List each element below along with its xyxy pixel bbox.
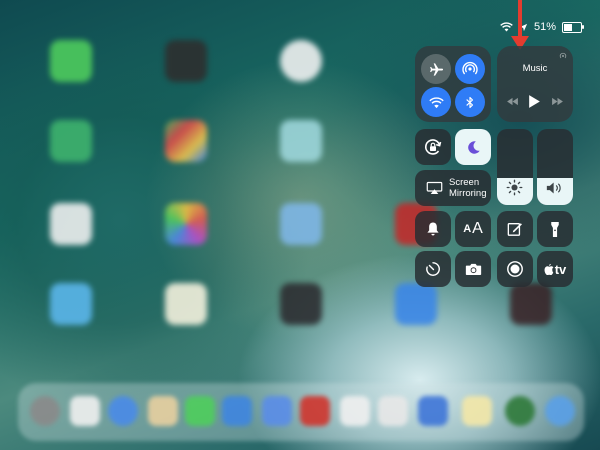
- app-icon: [165, 283, 207, 325]
- brightness-slider[interactable]: [497, 129, 533, 205]
- play-icon[interactable]: [528, 94, 541, 109]
- connectivity-panel: [415, 46, 491, 122]
- app-icon: [280, 283, 322, 325]
- battery-level: [564, 23, 573, 31]
- app-icon: [510, 283, 552, 325]
- dock-app-icon: [262, 396, 292, 426]
- airdrop-icon: [462, 61, 478, 75]
- do-not-disturb-toggle[interactable]: [455, 129, 491, 165]
- camera-button[interactable]: [455, 251, 491, 287]
- text-size-large-letter: A: [472, 220, 483, 237]
- dock-app-icon: [185, 396, 215, 426]
- app-icon: [165, 120, 207, 162]
- dock-app-icon: [418, 396, 448, 426]
- app-icon: [165, 40, 207, 82]
- app-icon: [280, 120, 322, 162]
- text-size-button[interactable]: AAAA: [455, 211, 491, 247]
- dock-app-icon: [30, 396, 60, 426]
- screen-mirroring-button[interactable]: Screen Mirroring: [415, 170, 491, 206]
- notes-icon: [507, 223, 522, 236]
- app-icon: [50, 120, 92, 162]
- timer-icon: [426, 262, 440, 276]
- volume-slider[interactable]: [537, 129, 573, 205]
- moon-icon: [467, 140, 480, 154]
- rotation-lock-toggle[interactable]: [415, 129, 451, 165]
- dock-app-icon: [222, 396, 252, 426]
- camera-icon: [465, 263, 481, 275]
- airplane-icon: [429, 62, 443, 76]
- sun-icon: [506, 179, 523, 196]
- screen-mirroring-line2: Mirroring: [449, 188, 487, 199]
- apple-tv-label: tv: [554, 261, 567, 277]
- speaker-icon: [546, 182, 561, 194]
- app-icon: [165, 203, 207, 245]
- airplay-icon: [426, 181, 443, 194]
- app-icon: [50, 283, 92, 325]
- battery-icon: [562, 21, 584, 33]
- dock-app-icon: [148, 396, 178, 426]
- dock-app-icon: [545, 396, 575, 426]
- flashlight-button[interactable]: [537, 211, 573, 247]
- timer-button[interactable]: [415, 251, 451, 287]
- wifi-toggle[interactable]: [421, 87, 451, 117]
- app-icon: [50, 40, 92, 82]
- app-icon: [280, 40, 322, 82]
- app-icon: [280, 203, 322, 245]
- dock-app-icon: [462, 396, 492, 426]
- app-icon: [395, 283, 437, 325]
- battery-percent: 51%: [533, 21, 556, 33]
- annotation-arrow-shaft: [518, 0, 522, 38]
- notes-button[interactable]: [497, 211, 533, 247]
- bell-icon: [427, 222, 439, 236]
- status-bar: 51%: [500, 20, 584, 34]
- dock-app-icon: [505, 396, 535, 426]
- bluetooth-toggle[interactable]: [455, 87, 485, 117]
- dock-app-icon: [300, 396, 330, 426]
- airplane-mode-toggle[interactable]: [421, 54, 451, 84]
- screen-mirroring-line1: Screen: [449, 177, 480, 188]
- text-size-icon: A: [463, 223, 472, 235]
- airdrop-toggle[interactable]: [455, 54, 485, 84]
- music-title: Music: [522, 63, 548, 74]
- dock-app-icon: [70, 396, 100, 426]
- rewind-icon[interactable]: [506, 97, 519, 106]
- fast-forward-icon[interactable]: [551, 97, 564, 106]
- screen-record-button[interactable]: [497, 251, 533, 287]
- music-panel[interactable]: Music: [497, 46, 573, 122]
- dock-app-icon: [108, 396, 138, 426]
- apple-tv-icon: [544, 263, 554, 275]
- screen-record-icon: [507, 261, 523, 277]
- app-icon: [50, 203, 92, 245]
- wifi-icon: [428, 96, 444, 108]
- rotation-lock-icon: [425, 139, 442, 155]
- silent-mode-toggle[interactable]: [415, 211, 451, 247]
- wifi-status-icon: [500, 22, 513, 32]
- bluetooth-icon: [466, 96, 474, 108]
- apple-tv-remote-button[interactable]: tv: [537, 251, 573, 287]
- dock-app-icon: [340, 396, 370, 426]
- dock-app-icon: [378, 396, 408, 426]
- screen-mirroring-label: Screen Mirroring: [449, 177, 486, 199]
- flashlight-icon: [551, 221, 559, 237]
- airplay-audio-icon[interactable]: [559, 52, 567, 60]
